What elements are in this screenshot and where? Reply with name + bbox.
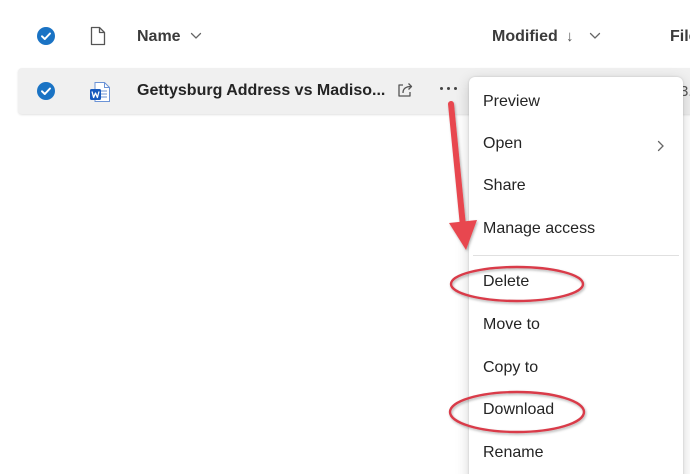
column-header-name[interactable]: Name	[137, 28, 181, 46]
row-checkbox[interactable]	[37, 82, 55, 100]
menu-item-rename[interactable]: Rename	[469, 435, 683, 474]
menu-item-label: Rename	[483, 444, 544, 461]
list-header: Name Modified ↓ File	[18, 14, 690, 62]
column-header-file[interactable]: File	[670, 28, 690, 46]
sort-descending-icon: ↓	[566, 28, 574, 45]
chevron-right-icon	[657, 140, 664, 152]
menu-item-label: Share	[483, 177, 526, 194]
menu-item-move-to[interactable]: Move to	[469, 307, 683, 347]
checkmark-icon	[41, 32, 51, 40]
menu-item-delete[interactable]: Delete	[469, 264, 683, 304]
menu-item-label: Manage access	[483, 220, 596, 237]
word-document-icon	[90, 82, 110, 102]
menu-item-label: Copy to	[483, 359, 539, 376]
file-type-icon	[90, 26, 106, 46]
menu-item-copy-to[interactable]: Copy to	[469, 350, 683, 390]
menu-item-download[interactable]: Download	[469, 392, 683, 432]
menu-item-open[interactable]: Open	[469, 126, 683, 166]
more-options-icon[interactable]	[438, 77, 460, 99]
menu-divider	[473, 255, 679, 256]
menu-item-label: Open	[483, 135, 523, 152]
menu-item-manage-access[interactable]: Manage access	[469, 211, 683, 251]
share-icon[interactable]	[396, 81, 416, 99]
menu-item-preview[interactable]: Preview	[469, 84, 683, 124]
onedrive-file-list-view: Name Modified ↓ File	[0, 0, 690, 474]
menu-item-label: Download	[483, 401, 555, 418]
select-all-checkbox[interactable]	[37, 27, 55, 45]
menu-item-label: Move to	[483, 316, 540, 333]
menu-item-label: Preview	[483, 93, 540, 110]
menu-item-share[interactable]: Share	[469, 168, 683, 208]
context-menu: Preview Open Share Manage access Delete …	[469, 77, 683, 474]
chevron-down-icon[interactable]	[589, 32, 601, 40]
column-header-modified[interactable]: Modified	[492, 28, 558, 46]
file-name[interactable]: Gettysburg Address vs Madiso...	[137, 82, 385, 100]
checkmark-icon	[41, 87, 51, 95]
menu-item-label: Delete	[483, 273, 530, 290]
chevron-down-icon[interactable]	[190, 32, 202, 40]
